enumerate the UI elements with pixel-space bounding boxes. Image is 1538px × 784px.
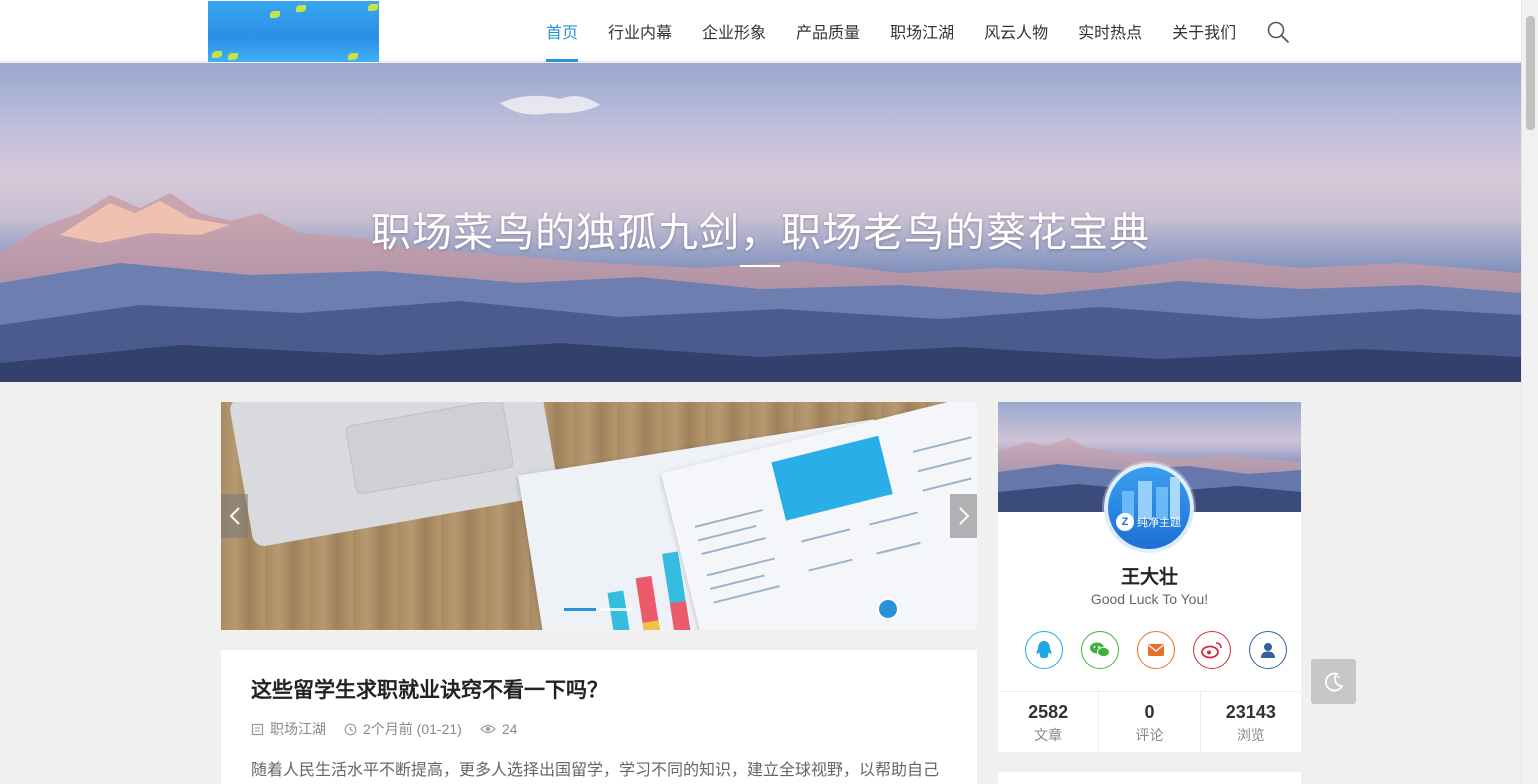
avatar-brand-label: 纯净主题 (1137, 517, 1181, 529)
nav-item-hot[interactable]: 实时热点 (1063, 0, 1157, 62)
user-icon (1261, 643, 1275, 658)
wechat-button[interactable] (1081, 631, 1119, 669)
stat-comments-label: 评论 (1135, 727, 1164, 743)
z-logo-icon: Z (1116, 513, 1134, 531)
search-icon[interactable] (1266, 20, 1290, 44)
post-title[interactable]: 这些留学生求职就业诀窍不看一下吗？ (251, 674, 947, 704)
slider-prev-button[interactable] (221, 494, 248, 538)
post-date-label: 2个月前 (01-21) (363, 721, 462, 737)
stat-views: 23143 浏览 (1201, 692, 1301, 752)
post-category[interactable]: 职场江湖 (251, 719, 326, 739)
hero-divider (740, 265, 780, 267)
author-stats: 2582 文章 0 评论 23143 浏览 (998, 691, 1301, 752)
avatar-badge-icon (877, 598, 899, 620)
nav-item-workplace[interactable]: 职场江湖 (875, 0, 969, 62)
stat-views-label: 浏览 (1236, 727, 1265, 743)
scrollbar-thumb[interactable] (1526, 16, 1535, 130)
qq-button[interactable] (1025, 631, 1063, 669)
post-excerpt: 随着人民生活水平不断提高，更多人选择出国留学，学习不同的知识，建立全球视野，以帮… (251, 762, 940, 779)
site-header: 首页 行业内幕 企业形象 产品质量 职场江湖 风云人物 实时热点 关于我们 (0, 0, 1521, 62)
slider-dot[interactable] (600, 608, 632, 611)
featured-slider[interactable] (221, 402, 977, 630)
post-views: 24 (479, 721, 518, 737)
author-motto: Good Luck To You! (1090, 591, 1209, 607)
post-card: 这些留学生求职就业诀窍不看一下吗？ 职场江湖 2个月前 (01-21) 24 随… (221, 650, 977, 784)
page-scrollbar[interactable] (1521, 0, 1538, 784)
eye-icon (479, 724, 496, 734)
author-profile-widget: Z 纯净主题 王大壮 Good Luck To You! 2582 文章 0 评… (998, 402, 1301, 752)
sidebar-widget (998, 772, 1301, 784)
author-name: 王大壮 (1120, 567, 1178, 588)
nav-item-people[interactable]: 风云人物 (969, 0, 1063, 62)
nav-item-industry[interactable]: 行业内幕 (593, 0, 687, 62)
qq-icon (1036, 641, 1052, 659)
author-avatar[interactable]: Z 纯净主题 (1104, 463, 1194, 553)
stat-comments: 0 评论 (1099, 692, 1201, 752)
slider-dot[interactable] (564, 608, 596, 611)
moon-icon (1324, 672, 1343, 691)
site-logo[interactable] (208, 1, 379, 62)
stat-articles-value: 2582 (1028, 702, 1069, 722)
user-button[interactable] (1249, 631, 1287, 669)
nav-item-corporate[interactable]: 企业形象 (687, 0, 781, 62)
post-date: 2个月前 (01-21) (344, 719, 462, 739)
clock-icon (344, 723, 357, 735)
nav-item-quality[interactable]: 产品质量 (781, 0, 875, 62)
post-meta: 职场江湖 2个月前 (01-21) 24 (251, 719, 947, 739)
stat-views-value: 23143 (1225, 702, 1276, 722)
weibo-button[interactable] (1193, 631, 1231, 669)
nav-item-home[interactable]: 首页 (531, 0, 593, 62)
nav-item-about[interactable]: 关于我们 (1157, 0, 1251, 62)
chevron-left-icon (229, 507, 240, 525)
weibo-icon (1201, 642, 1222, 659)
mail-icon (1148, 644, 1164, 656)
dark-mode-toggle[interactable] (1311, 659, 1356, 704)
category-icon (251, 723, 264, 735)
slider-pagination (564, 608, 632, 611)
mail-button[interactable] (1137, 631, 1175, 669)
post-category-label: 职场江湖 (270, 721, 326, 737)
chevron-right-icon (958, 507, 969, 525)
avatar-brand: Z 纯净主题 (1116, 513, 1186, 531)
hero-title: 职场菜鸟的独孤九剑，职场老鸟的葵花宝典 (371, 211, 1150, 255)
stat-comments-value: 0 (1144, 702, 1155, 722)
post-views-count: 24 (501, 721, 518, 737)
stat-articles-label: 文章 (1034, 727, 1063, 743)
wechat-icon (1090, 642, 1110, 658)
main-nav: 首页 行业内幕 企业形象 产品质量 职场江湖 风云人物 实时热点 关于我们 (531, 0, 1251, 62)
hero-banner: 职场菜鸟的独孤九剑，职场老鸟的葵花宝典 (0, 63, 1521, 382)
social-links (1025, 631, 1287, 669)
slider-next-button[interactable] (950, 494, 977, 538)
stat-articles: 2582 文章 (998, 692, 1100, 752)
